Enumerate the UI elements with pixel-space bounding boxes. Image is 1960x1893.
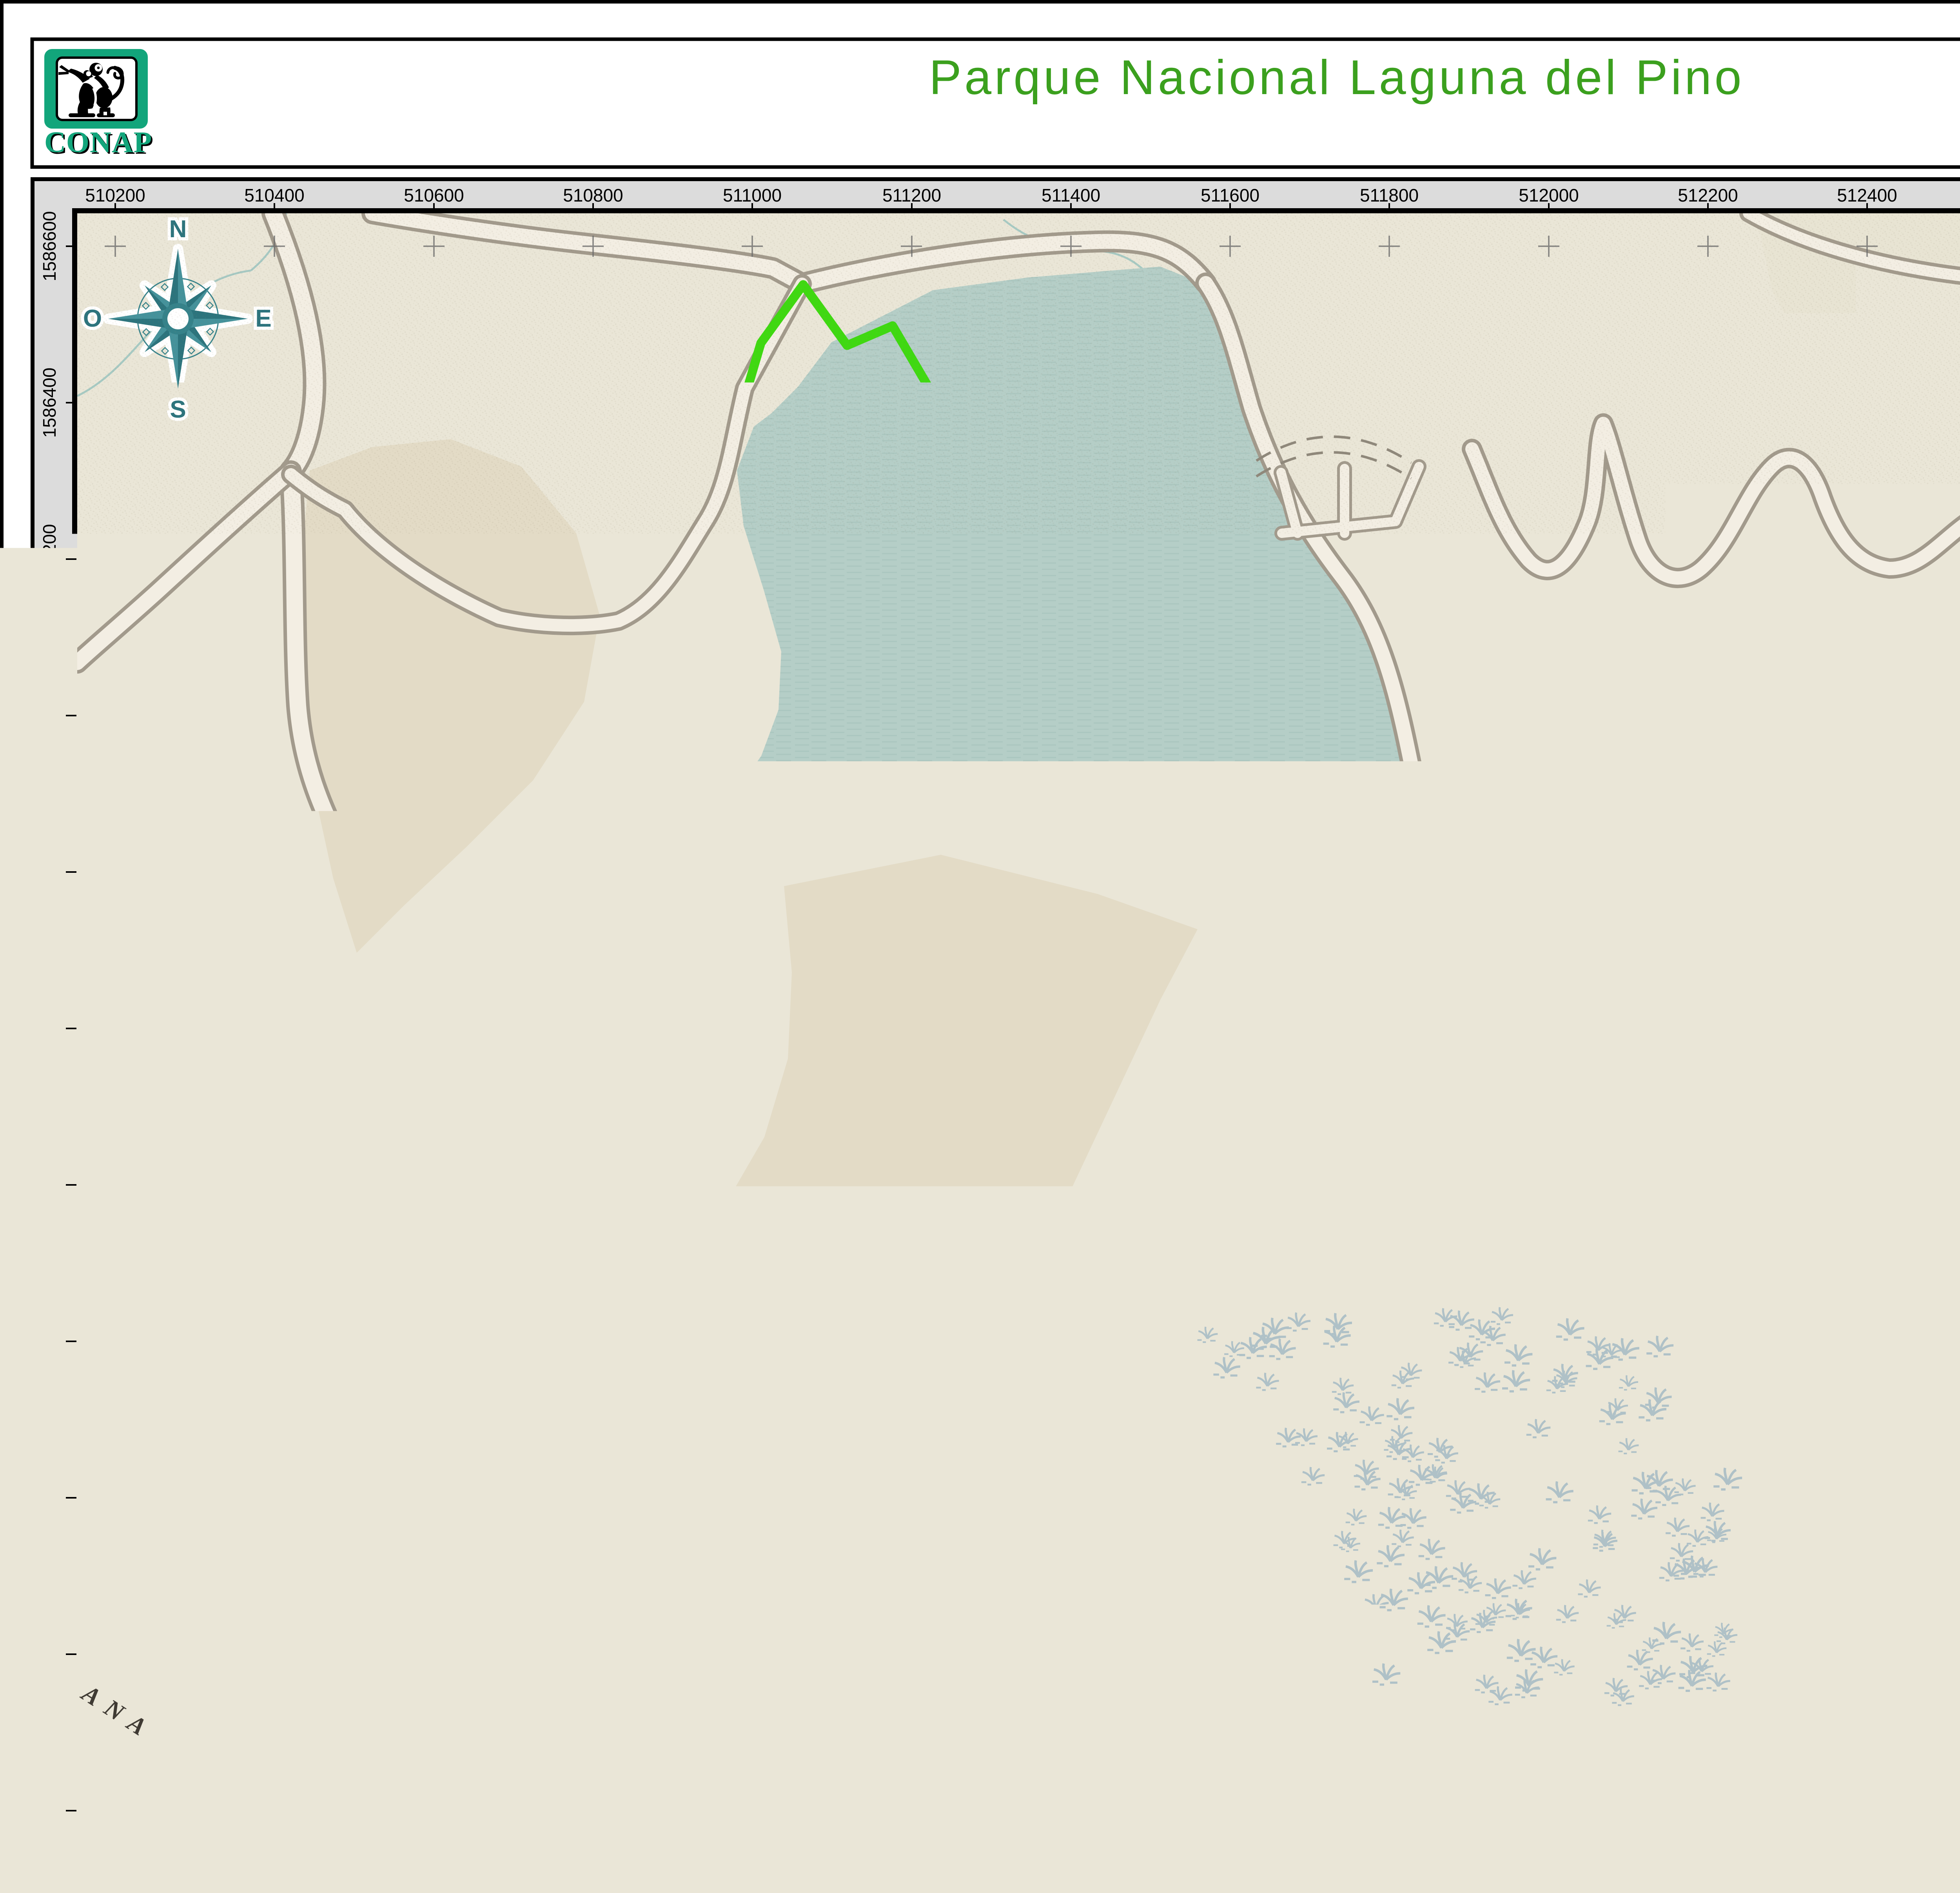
svg-text:511200: 511200 (882, 1844, 941, 1864)
svg-text:511800: 511800 (1360, 185, 1419, 205)
svg-text:512000: 512000 (1519, 1844, 1579, 1864)
svg-text:510600: 510600 (404, 1844, 464, 1864)
svg-text:512400: 512400 (1837, 1844, 1897, 1864)
svg-text:511400: 511400 (1042, 185, 1100, 205)
svg-text:1586200: 1586200 (39, 524, 60, 594)
svg-text:510200: 510200 (85, 185, 145, 205)
svg-text:1585600: 1585600 (39, 993, 60, 1063)
svg-text:1585000: 1585000 (39, 1462, 60, 1533)
svg-text:510600: 510600 (404, 185, 464, 205)
svg-text:1586400: 1586400 (39, 367, 60, 438)
svg-text:510400: 510400 (244, 1844, 305, 1864)
svg-text:512000: 512000 (1519, 185, 1579, 205)
svg-text:511800: 511800 (1360, 1844, 1419, 1864)
svg-text:512200: 512200 (1678, 1844, 1738, 1864)
svg-text:511000: 511000 (723, 185, 782, 205)
svg-text:1585800: 1585800 (39, 837, 60, 907)
svg-text:510800: 510800 (563, 1844, 623, 1864)
svg-text:1586600: 1586600 (39, 211, 60, 281)
svg-text:511600: 511600 (1201, 1844, 1259, 1864)
svg-text:511600: 511600 (1201, 185, 1259, 205)
svg-text:511200: 511200 (882, 185, 941, 205)
svg-text:1585400: 1585400 (39, 1150, 60, 1220)
svg-text:511000: 511000 (723, 1844, 782, 1864)
svg-text:510400: 510400 (244, 185, 305, 205)
svg-text:1584600: 1584600 (39, 1775, 60, 1846)
svg-text:512400: 512400 (1837, 185, 1897, 205)
svg-text:Parque Nacional Laguna del Pin: Parque Nacional Laguna del Pino (929, 51, 1744, 105)
svg-text:CONAP: CONAP (44, 126, 152, 159)
svg-text:1586000: 1586000 (39, 680, 60, 750)
svg-text:1584800: 1584800 (39, 1619, 60, 1689)
svg-text:511400: 511400 (1042, 1844, 1100, 1864)
svg-text:512200: 512200 (1678, 185, 1738, 205)
svg-text:510200: 510200 (85, 1844, 145, 1864)
svg-text:510800: 510800 (563, 185, 623, 205)
svg-text:1585200: 1585200 (39, 1306, 60, 1376)
